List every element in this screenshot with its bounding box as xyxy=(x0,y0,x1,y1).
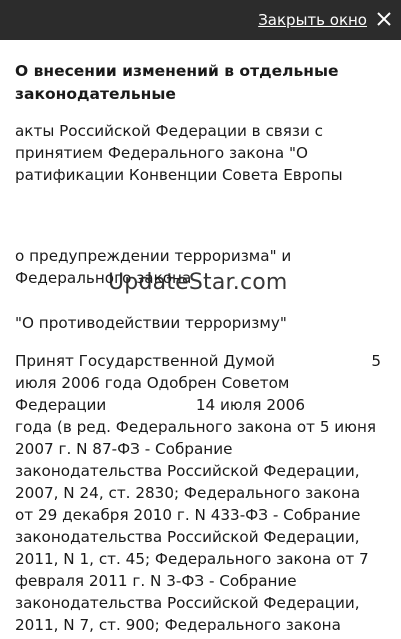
approved-date: 14 июля 2006 xyxy=(195,396,305,414)
adopted-rest: июля 2006 года Одобрен Советом xyxy=(15,374,290,392)
close-icon[interactable] xyxy=(374,9,394,29)
adopted-day: 5 xyxy=(371,352,381,370)
document-title: О внесении изменений в отдельные законод… xyxy=(15,62,339,103)
watermark: UpdateStar.com xyxy=(108,270,288,295)
federation-row: Федерации 14 июля 2006 xyxy=(15,394,305,416)
document-paragraph-3: "О противодействии терроризму" xyxy=(15,314,287,332)
top-bar: Закрыть окно xyxy=(0,0,401,40)
adopted-row: Принят Государственной Думой 5 xyxy=(15,350,381,372)
adopted-label: Принят Государственной Думой xyxy=(15,352,275,370)
document-paragraph-1: акты Российской Федерации в связи с прин… xyxy=(15,122,343,184)
close-window-link[interactable]: Закрыть окно xyxy=(258,11,367,29)
adopted-block: Принят Государственной Думой 5 июля 2006… xyxy=(15,350,381,636)
document-content: О внесении изменений в отдельные законод… xyxy=(15,40,381,639)
edits-text: года (в ред. Федерального закона от 5 ию… xyxy=(15,418,377,634)
federation-label: Федерации xyxy=(15,396,107,414)
